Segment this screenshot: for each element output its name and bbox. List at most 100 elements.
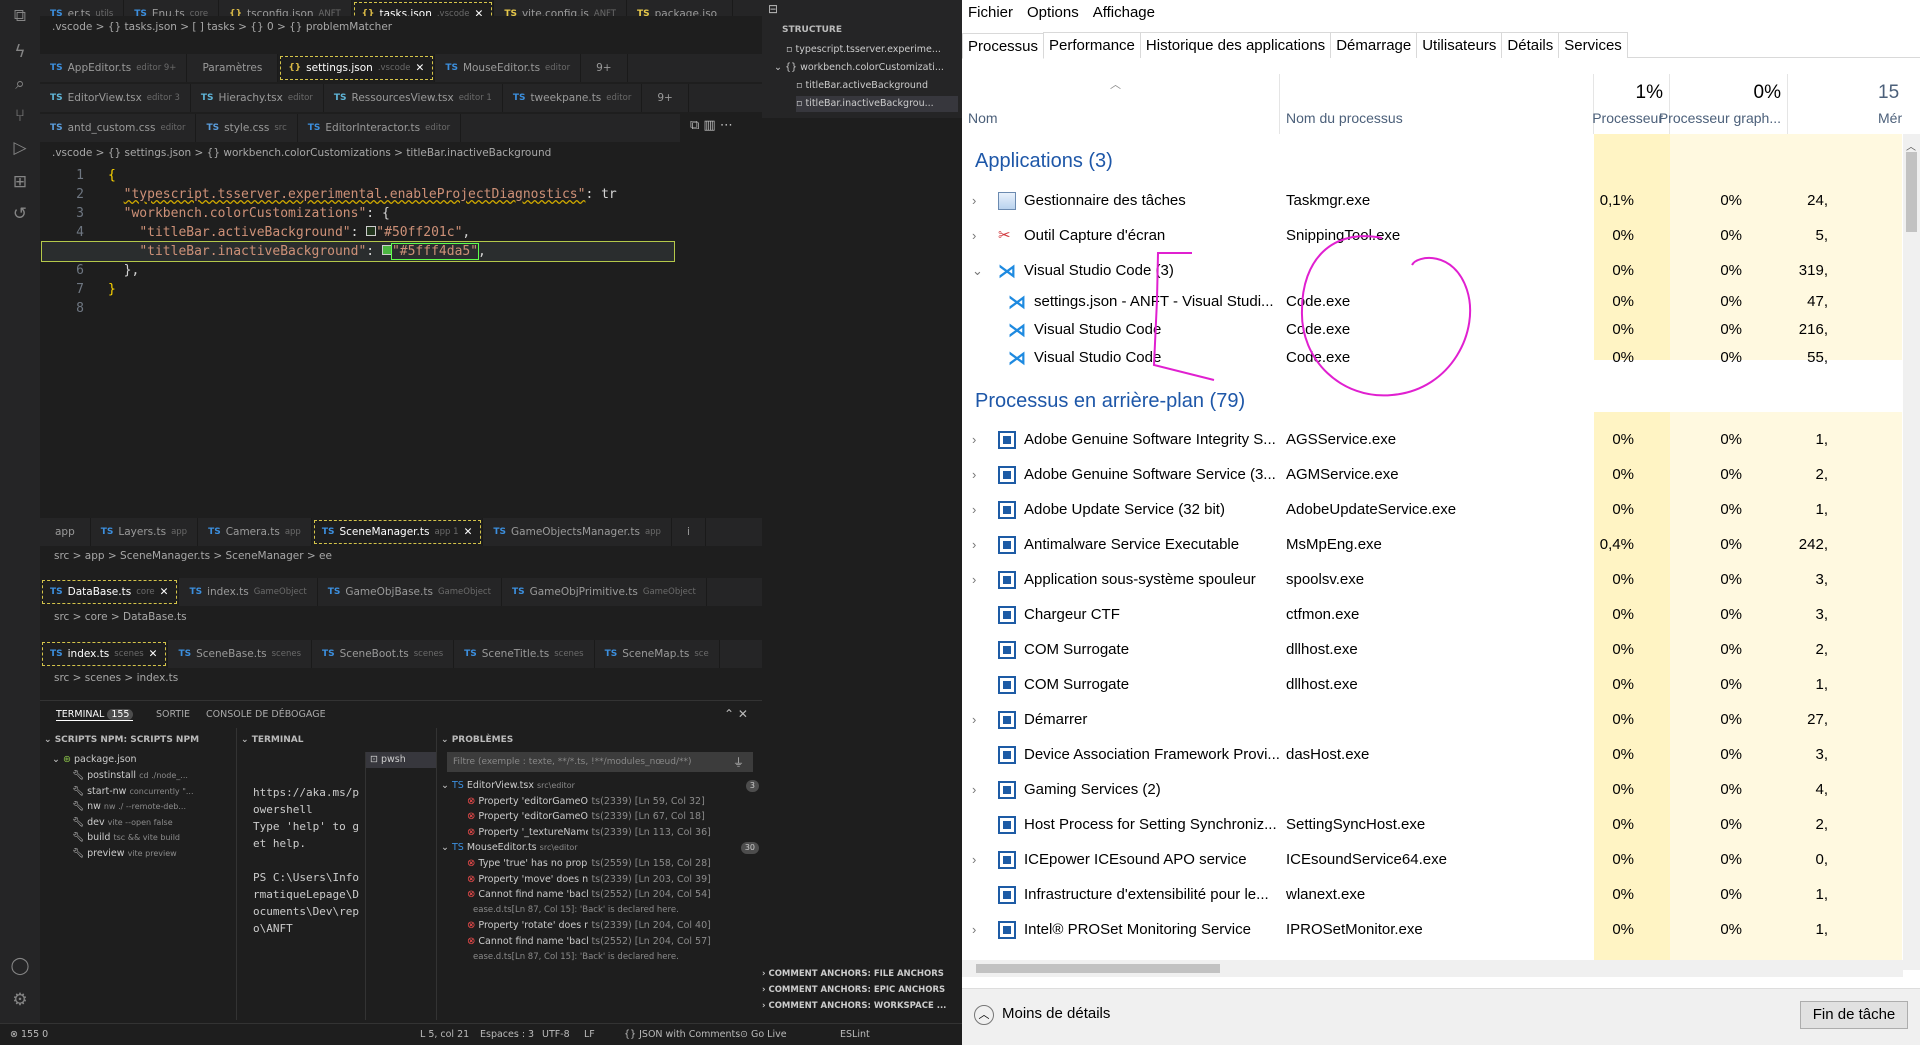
editor-tab[interactable]: TS DataBase.ts core ✕ — [40, 578, 180, 606]
problem-file[interactable]: ⌄ TS EditorView.tsx src\editor 3 — [441, 778, 759, 794]
code-editor[interactable]: 12345678 { "typescript.tsserver.experime… — [40, 164, 680, 516]
editor-tab[interactable]: {} tasks.json .vscode ✕ — [351, 0, 495, 16]
tab-terminal[interactable]: TERMINAL 155 — [56, 709, 134, 721]
editor-tab[interactable]: TS GameObjPrimitive.ts GameObject — [502, 578, 707, 606]
problems-filter-input[interactable]: Filtre (exemple : texte, **/*.ts, !**/mo… — [447, 752, 753, 772]
editor-tab[interactable]: TS MouseEditor.ts editor — [435, 54, 582, 82]
status-encoding[interactable]: UTF-8 — [542, 1024, 570, 1045]
npm-script-item[interactable]: 🔧︎ build tsc && vite build — [72, 830, 232, 846]
npm-script-item[interactable]: 🔧︎ preview vite preview — [72, 846, 232, 862]
editor-tab[interactable]: TS RessourcesView.tsx editor 1 — [324, 84, 503, 112]
anchor-epic[interactable]: › COMMENT ANCHORS: EPIC ANCHORS — [762, 982, 962, 998]
close-icon[interactable]: ✕ — [464, 518, 473, 546]
structure-item[interactable]: ⌄ {} workbench.colorCustomizati... — [774, 60, 958, 76]
problem-item[interactable]: ⊗ Property 'rotate' does n... ts(2339) [… — [441, 918, 759, 934]
tab-debug-console[interactable]: CONSOLE DE DÉBOGAGE — [206, 709, 326, 720]
editor-tab[interactable]: TS AppEditor.ts editor 9+ — [40, 54, 188, 82]
structure-icon[interactable]: ⊟ — [768, 2, 778, 16]
source-control-icon[interactable]: ⑂ — [10, 106, 30, 126]
anchor-file[interactable]: › COMMENT ANCHORS: FILE ANCHORS — [762, 966, 962, 982]
end-task-button[interactable]: Fin de tâche — [1800, 1001, 1908, 1029]
close-icon[interactable]: ✕ — [475, 0, 484, 16]
editor-tab[interactable]: TS Layers.ts app — [91, 518, 199, 546]
npm-script-item[interactable]: 🔧︎ postinstall cd ./node_... — [72, 768, 232, 784]
editor-tab[interactable]: TS Camera.ts app — [198, 518, 312, 546]
remote-icon[interactable]: ϟ — [10, 42, 30, 62]
less-details-button[interactable]: ︿ Moins de détails — [974, 1005, 1110, 1025]
problem-item[interactable]: ⊗ Property 'editorGameObj... ts(2339) [L… — [441, 809, 759, 825]
npm-package[interactable]: ⌄ ⊛ package.json — [52, 752, 137, 768]
timeline-icon[interactable]: ↺ — [10, 204, 30, 224]
editor-tab[interactable]: Paramètres — [187, 54, 279, 82]
settings-gear-icon[interactable]: ⚙ — [10, 990, 30, 1010]
status-position[interactable]: L 5, col 21 — [420, 1024, 469, 1045]
color-swatch-inactive[interactable] — [381, 245, 392, 255]
editor-tab[interactable]: TS index.ts scenes ✕ — [40, 640, 169, 668]
editor-tab[interactable]: TS SceneManager.ts app 1 ✕ — [311, 518, 484, 546]
filter-icon[interactable]: ⏚ — [733, 754, 744, 770]
status-spaces[interactable]: Espaces : 3 — [480, 1024, 534, 1045]
search-icon[interactable]: ⌕ — [10, 74, 30, 94]
editor-tab[interactable]: i — [672, 518, 706, 546]
close-icon[interactable]: ✕ — [149, 640, 158, 668]
editor-tab[interactable]: TS SceneBase.ts scenes — [168, 640, 313, 668]
editor-tab[interactable]: {} settings.json .vscode ✕ — [278, 54, 436, 82]
npm-script-item[interactable]: 🔧︎ dev vite --open false — [72, 815, 232, 831]
structure-item[interactable]: ▫ titleBar.activeBackground — [796, 78, 958, 94]
editor-tab[interactable]: TS SceneTitle.ts scenes — [454, 640, 595, 668]
explorer-icon[interactable]: ⧉ — [10, 6, 30, 26]
problem-item[interactable]: ⊗ Property 'move' does n... ts(2339) [Ln… — [441, 872, 759, 888]
npm-script-item[interactable]: 🔧︎ start-nw concurrently "... — [72, 784, 232, 800]
editor-tab[interactable]: TS Enu.ts core — [124, 0, 220, 16]
tab-path: scenes — [114, 649, 144, 659]
problem-file[interactable]: ⌄ TS MouseEditor.ts src\editor 30 — [441, 840, 759, 856]
problem-item[interactable]: ⊗ Type 'true' has no prop... ts(2559) [L… — [441, 856, 759, 872]
editor-tab[interactable]: TS GameObjBase.ts GameObject — [318, 578, 502, 606]
account-icon[interactable]: ◯ — [10, 956, 30, 976]
run-debug-icon[interactable]: ▷ — [10, 138, 30, 158]
npm-script-item[interactable]: 🔧︎ nw nw ./ --remote-deb... — [72, 799, 232, 815]
editor-tab[interactable]: {} tsconfig.json ANFT — [219, 0, 352, 16]
problem-item[interactable]: ⊗ Property '_textureName... ts(2339) [Ln… — [441, 825, 759, 841]
structure-item[interactable]: ▫ titleBar.inactiveBackgrou... — [796, 96, 958, 112]
editor-tab[interactable]: 9+ — [642, 84, 689, 112]
terminal-panel[interactable]: ⌄ TERMINAL https://aka.ms/powershell Typ… — [236, 728, 437, 1020]
editor-tab[interactable]: TS vite.config.js ANFT — [494, 0, 627, 16]
problem-item[interactable]: ease.d.ts[Ln 87, Col 15]: 'Back' is decl… — [441, 950, 759, 966]
problem-item[interactable]: ⊗ Cannot find name 'back... ts(2552) [Ln… — [441, 887, 759, 903]
color-swatch-active[interactable] — [366, 226, 377, 236]
close-icon[interactable]: ✕ — [416, 54, 425, 82]
editor-tab[interactable]: TS tweekpane.ts editor — [503, 84, 643, 112]
tab-row-scene: app TS Layers.ts app TS Camera.ts app TS SceneMa… — [40, 518, 762, 546]
editor-tab[interactable]: TS package.jso — [627, 0, 734, 16]
editor-tab[interactable]: TS SceneMap.ts sce — [595, 640, 720, 668]
problem-item[interactable]: ⊗ Cannot find name 'back... ts(2552) [Ln… — [441, 934, 759, 950]
tab-output[interactable]: SORTIE — [156, 709, 190, 720]
status-eslint[interactable]: ESLint — [840, 1024, 870, 1045]
tab-label: 9+ — [657, 92, 673, 104]
status-language[interactable]: {} JSON with Comments — [624, 1024, 740, 1045]
structure-item[interactable]: ▫ typescript.tsserver.experime... — [786, 42, 958, 58]
problem-item[interactable]: ⊗ Property 'editorGameObj... ts(2339) [L… — [441, 794, 759, 810]
editor-tab[interactable]: TS style.css src — [196, 114, 298, 142]
panel-controls[interactable]: ⌃ ✕ — [724, 707, 748, 721]
editor-tab[interactable]: 9+ — [581, 54, 628, 82]
problem-item[interactable]: ease.d.ts[Ln 87, Col 15]: 'Back' is decl… — [441, 903, 759, 919]
editor-tab[interactable]: app — [40, 518, 91, 546]
editor-tab[interactable]: TS antd_custom.css editor — [40, 114, 197, 142]
terminal-pwsh[interactable]: ⊡ pwsh — [366, 752, 437, 768]
status-golive[interactable]: ⊙ Go Live — [740, 1024, 787, 1045]
editor-tab[interactable]: TS Hierachy.tsx editor — [191, 84, 324, 112]
close-icon[interactable]: ✕ — [160, 578, 169, 606]
status-problems[interactable]: ⊗ 155 0 — [10, 1024, 48, 1045]
editor-actions-icon[interactable]: ⧉ ▥ ⋯ — [690, 118, 733, 133]
editor-tab[interactable]: TS SceneBoot.ts scenes — [312, 640, 455, 668]
extensions-icon[interactable]: ⊞ — [10, 172, 30, 192]
editor-tab[interactable]: TS EditorInteractor.ts editor — [298, 114, 462, 142]
anchor-workspace[interactable]: › COMMENT ANCHORS: WORKSPACE ... — [762, 998, 962, 1014]
editor-tab[interactable]: TS GameObjectsManager.ts app — [483, 518, 672, 546]
editor-tab[interactable]: TS EditorView.tsx editor 3 — [40, 84, 191, 112]
editor-tab[interactable]: TS index.ts GameObject — [179, 578, 318, 606]
editor-tab[interactable]: TS er.ts utils — [40, 0, 125, 16]
status-eol[interactable]: LF — [584, 1024, 595, 1045]
